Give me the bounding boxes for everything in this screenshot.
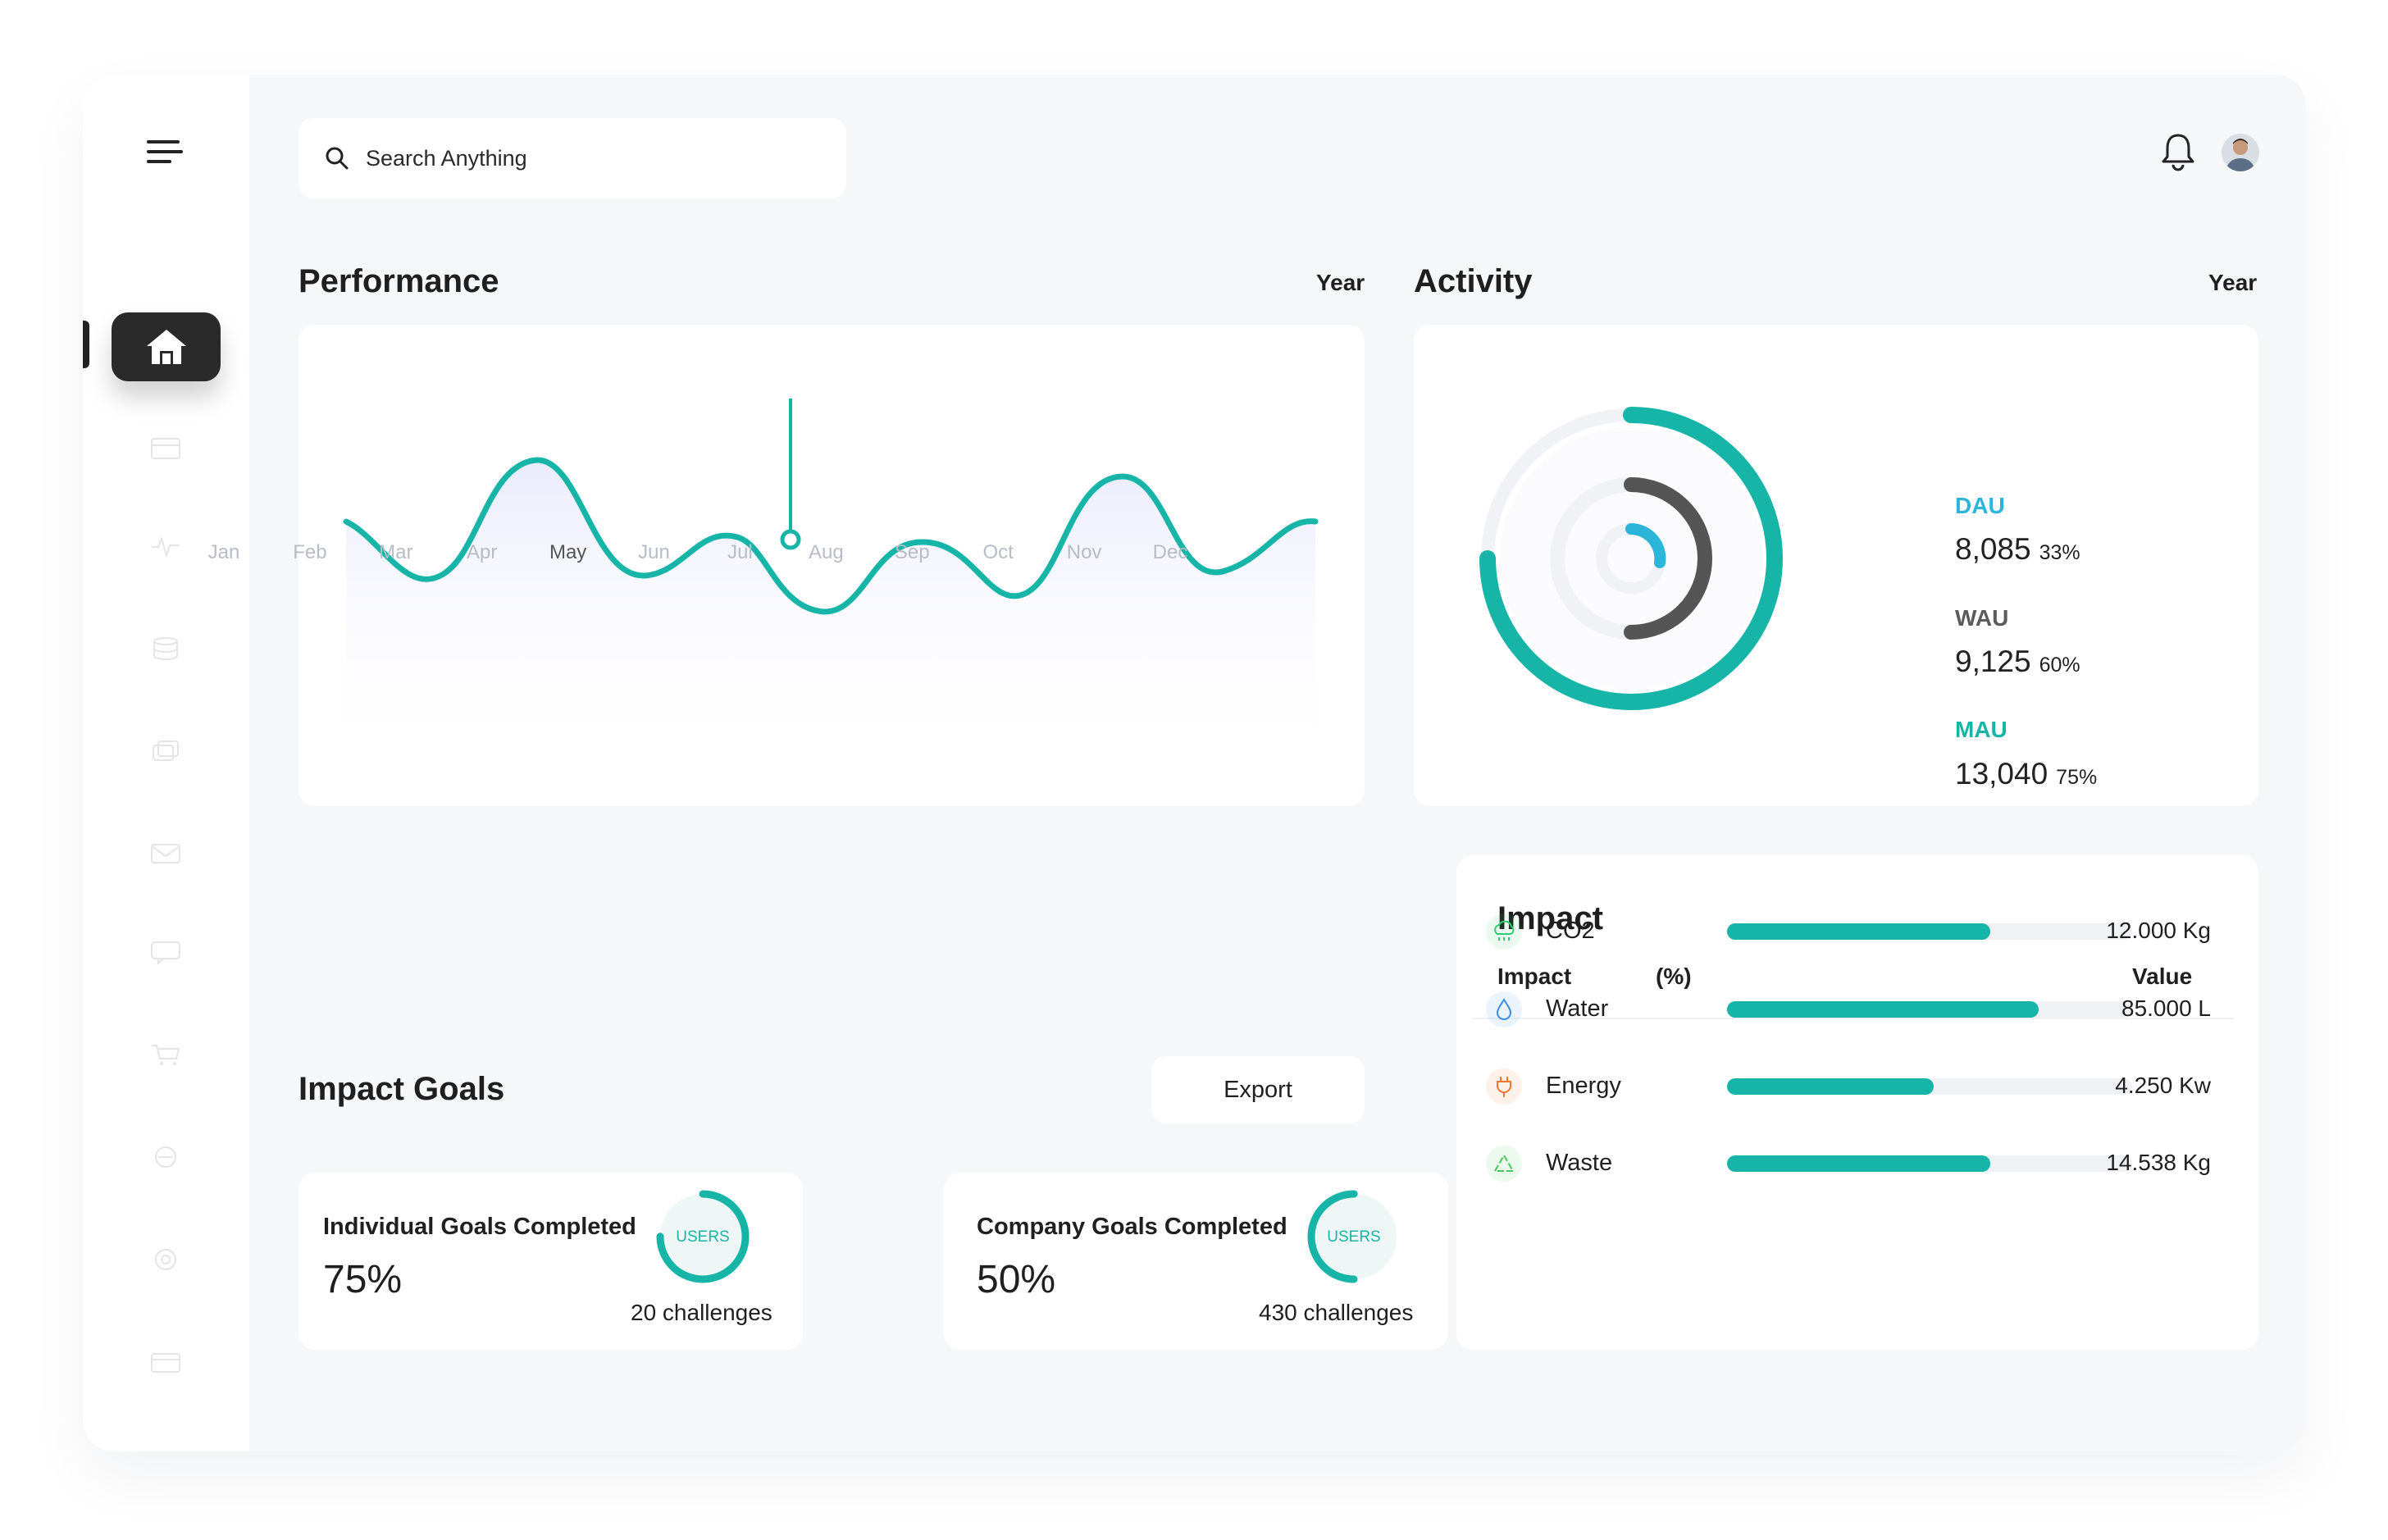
dau-value: 8,085 33%: [1955, 532, 2080, 566]
impact-row-name: Water: [1546, 996, 1609, 1022]
user-avatar-image: [2222, 134, 2259, 171]
sidebar-item-calendar[interactable]: [150, 435, 181, 460]
individual-goals-card: Individual Goals Completed 75% 20 challe…: [298, 1173, 803, 1350]
water-drop-icon: [1486, 991, 1522, 1027]
activity-title: Activity: [1414, 263, 1533, 299]
sidebar-item-wallet[interactable]: [150, 1350, 181, 1374]
wau-label: WAU: [1955, 605, 2009, 631]
menu-icon[interactable]: [147, 137, 183, 166]
sidebar-item-home[interactable]: [112, 312, 221, 381]
performance-title: Performance: [298, 263, 499, 299]
performance-card: Jan Feb Mar Apr May Jun Jul Aug Sep Oct Nov Dec: [208, 325, 1365, 806]
sidebar-item-database[interactable]: [150, 636, 181, 661]
impact-bar-fill: [1727, 1078, 1934, 1095]
impact-row-name: Energy: [1546, 1073, 1621, 1099]
individual-goals-title: Individual Goals Completed: [323, 1214, 636, 1240]
performance-period-selector[interactable]: Year: [1316, 270, 1365, 296]
home-icon: [146, 330, 186, 364]
activity-period-selector[interactable]: Year: [2208, 270, 2257, 296]
performance-chart: [343, 399, 1319, 768]
cloud-icon: [1486, 914, 1522, 950]
month-label: May: [549, 541, 587, 563]
activity-card: DAU 8,085 33% WAU 9,125 60% MAU 13,040 75%: [1414, 325, 2258, 806]
company-goals-value: 50%: [977, 1258, 1056, 1301]
individual-goals-badge: USERS: [676, 1228, 729, 1246]
impact-row-value: 85.000 L: [2121, 996, 2211, 1021]
month-label: Dec: [1152, 541, 1188, 563]
search-icon: [326, 147, 349, 170]
company-goals-title: Company Goals Completed: [977, 1214, 1287, 1240]
company-goals-progress-ring: USERS: [1307, 1190, 1401, 1283]
sidebar-item-activity[interactable]: [150, 534, 181, 558]
sidebar-item-chart[interactable]: [150, 1145, 181, 1169]
month-label: Feb: [293, 541, 327, 563]
month-label: Aug: [809, 541, 844, 563]
impact-col-value: Value: [2132, 964, 2193, 989]
impact-goals-title: Impact Goals: [298, 1071, 505, 1107]
export-button[interactable]: Export: [1151, 1056, 1365, 1123]
sidebar-item-layers[interactable]: [150, 739, 181, 763]
mau-label: MAU: [1955, 717, 2007, 742]
impact-col-name: Impact: [1497, 964, 1572, 989]
activity-ring-chart: [1479, 407, 1783, 710]
recycle-icon: [1486, 1146, 1522, 1182]
individual-goals-value: 75%: [323, 1258, 403, 1301]
impact-col-pct: (%): [1656, 964, 1692, 989]
impact-row-name: Waste: [1546, 1150, 1613, 1176]
sidebar-item-settings[interactable]: [150, 1247, 181, 1272]
sidebar: [83, 75, 249, 1451]
sidebar-item-chat[interactable]: [150, 940, 181, 964]
plug-icon: [1486, 1068, 1522, 1105]
impact-row-value: 4.250 Kw: [2115, 1073, 2211, 1098]
impact-row-name: CO2: [1546, 918, 1595, 944]
active-point[interactable]: [780, 529, 801, 550]
impact-bar-fill: [1727, 1155, 1990, 1172]
sidebar-item-mail[interactable]: [150, 841, 181, 866]
month-label: Jun: [638, 541, 670, 563]
individual-goals-progress-ring: USERS: [656, 1190, 750, 1283]
app-window: Performance Year Jan Feb Mar Apr May Jun Jul Au…: [83, 75, 2306, 1451]
sidebar-item-cart[interactable]: [150, 1042, 181, 1067]
month-label: Nov: [1066, 541, 1102, 563]
bell-icon[interactable]: [2160, 132, 2196, 171]
impact-row-value: 14.538 Kg: [2106, 1150, 2211, 1175]
wau-value: 9,125 60%: [1955, 645, 2080, 678]
month-label: Apr: [467, 541, 498, 563]
impact-bar-fill: [1727, 923, 1990, 940]
search-input[interactable]: [364, 144, 827, 172]
company-goals-badge: USERS: [1327, 1228, 1380, 1246]
company-goals-card: Company Goals Completed 50% 430 challeng…: [944, 1173, 1448, 1350]
search-bar[interactable]: [298, 118, 846, 198]
dau-label: DAU: [1955, 493, 2005, 518]
month-label: Oct: [982, 541, 1014, 563]
month-label: Mar: [379, 541, 413, 563]
impact-row-value: 12.000 Kg: [2106, 918, 2211, 943]
impact-bar-fill: [1727, 1001, 2039, 1018]
month-label: Sep: [894, 541, 930, 563]
mau-value: 13,040 75%: [1955, 757, 2098, 791]
impact-card: Impact Impact (%) Value CO2 12.000 Kg Wate…: [1456, 855, 2258, 1350]
ring-inner-bg: [1500, 427, 1762, 690]
individual-goals-challenges: 20 challenges: [631, 1300, 772, 1325]
month-label: Jan: [207, 541, 240, 563]
avatar[interactable]: [2222, 134, 2259, 171]
month-label: Jul: [727, 541, 753, 563]
active-indicator: [83, 321, 89, 368]
company-goals-challenges: 430 challenges: [1259, 1300, 1414, 1325]
